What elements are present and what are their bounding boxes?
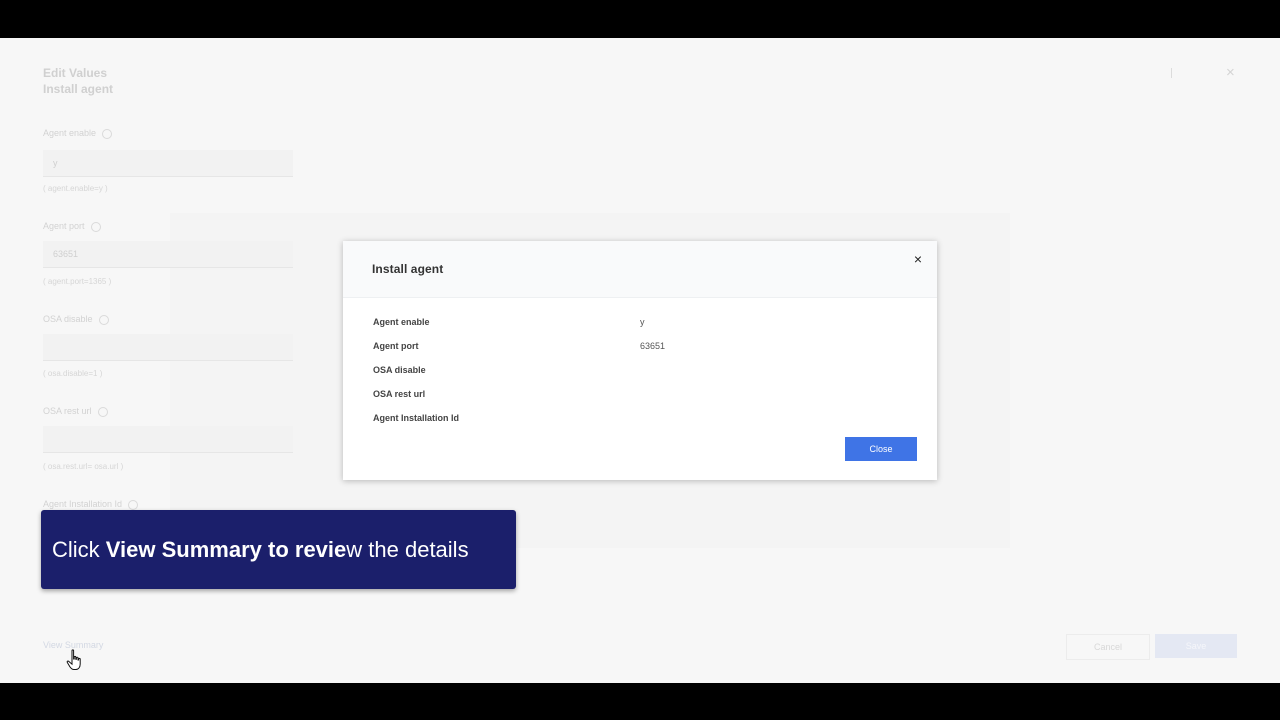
summary-key: Agent Installation Id	[373, 413, 460, 423]
info-icon	[90, 221, 101, 232]
summary-row: OSA rest url	[373, 389, 913, 403]
save-button[interactable]: Save	[1155, 634, 1237, 658]
caption-part1: Click	[52, 537, 106, 562]
summary-modal: Install agent × Agent enable y Agent por…	[343, 241, 937, 480]
field-label-agent-port: Agent port	[43, 221, 101, 232]
info-icon	[98, 314, 109, 325]
agent-port-input[interactable]: 63651	[43, 241, 293, 268]
page-stage: Edit Values Install agent × Agent enable…	[0, 38, 1280, 683]
modal-header: Install agent ×	[343, 241, 937, 298]
summary-value: 63651	[640, 341, 666, 351]
summary-row: OSA disable	[373, 365, 913, 379]
background-title-line1: Edit Values	[43, 66, 108, 80]
summary-row: Agent Installation Id	[373, 413, 913, 427]
field-label-agent-installation-id: Agent Installation Id	[43, 499, 139, 510]
field-label-osa-disable: OSA disable	[43, 314, 109, 325]
field-label-osa-rest-url: OSA rest url	[43, 406, 108, 417]
background-title: Edit Values Install agent	[43, 65, 113, 97]
summary-key: Agent port	[373, 341, 419, 351]
close-icon[interactable]: ×	[911, 252, 925, 266]
tutorial-caption: Click View Summary to review the details	[41, 510, 516, 589]
caption-text: Click View Summary to review the details	[52, 510, 469, 589]
osa-rest-url-hint: ( osa.rest.url= osa.url )	[43, 462, 124, 471]
letterbox-top	[0, 0, 1280, 38]
agent-enable-input[interactable]: y	[43, 150, 293, 177]
modal-title: Install agent	[372, 262, 444, 276]
letterbox-bottom	[0, 683, 1280, 720]
summary-value: y	[640, 317, 645, 327]
background-close-icon[interactable]: ×	[1226, 64, 1235, 81]
osa-disable-hint: ( osa.disable=1 )	[43, 369, 103, 378]
osa-disable-input[interactable]	[43, 334, 293, 361]
osa-rest-url-input[interactable]	[43, 426, 293, 453]
field-label-agent-enable: Agent enable	[43, 128, 113, 139]
info-icon	[102, 128, 113, 139]
agent-enable-hint: ( agent.enable=y )	[43, 184, 108, 193]
caption-part2: View Summary to revie	[105, 537, 347, 562]
summary-key: OSA rest url	[373, 389, 426, 399]
close-button[interactable]: Close	[845, 437, 917, 461]
agent-port-hint: ( agent.port=1365 )	[43, 277, 112, 286]
cancel-button[interactable]: Cancel	[1066, 634, 1150, 660]
background-title-line2: Install agent	[43, 82, 114, 96]
summary-key: Agent enable	[373, 317, 430, 327]
caption-part3: w the details	[346, 537, 469, 562]
summary-row: Agent enable y	[373, 317, 913, 331]
header-divider	[1171, 68, 1172, 78]
info-icon	[97, 406, 108, 417]
summary-row: Agent port 63651	[373, 341, 913, 355]
hand-cursor-icon	[66, 649, 81, 670]
summary-key: OSA disable	[373, 365, 426, 375]
info-icon	[128, 499, 139, 510]
